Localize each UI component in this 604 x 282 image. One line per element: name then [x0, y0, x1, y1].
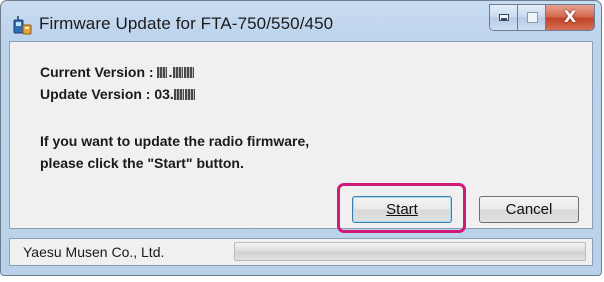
dialog-content: Current Version : . Update Version : 03.…	[9, 41, 593, 229]
current-version-label: Current Version :	[40, 64, 154, 80]
progress-bar	[234, 242, 586, 261]
current-version-value: .	[157, 64, 195, 80]
instruction-line-1: If you want to update the radio firmware…	[40, 133, 310, 149]
masked-digit	[184, 89, 195, 100]
masked-digit	[173, 89, 184, 100]
close-icon: X	[563, 7, 577, 26]
minimize-button[interactable]	[490, 5, 518, 30]
update-version-label: Update Version :	[40, 86, 151, 102]
title-bar[interactable]: Firmware Update for FTA-750/550/450 X	[1, 1, 601, 41]
close-button[interactable]: X	[546, 5, 594, 30]
minimize-icon	[499, 14, 509, 21]
company-name: Yaesu Musen Co., Ltd.	[23, 244, 165, 260]
update-version-line: Update Version : 03.	[40, 86, 195, 102]
start-button-highlight	[337, 183, 466, 233]
status-bar: Yaesu Musen Co., Ltd.	[9, 238, 593, 266]
instruction-line-2: please click the "Start" button.	[40, 155, 244, 171]
masked-digit	[184, 67, 195, 78]
current-version-line: Current Version : .	[40, 64, 195, 80]
caption-buttons: X	[489, 4, 595, 31]
window-title: Firmware Update for FTA-750/550/450	[39, 14, 334, 33]
masked-digit	[157, 67, 168, 78]
maximize-button[interactable]	[518, 5, 546, 30]
maximize-icon	[527, 12, 538, 23]
masked-digit	[173, 67, 184, 78]
cancel-button-label: Cancel	[505, 201, 553, 218]
update-version-prefix: 03.	[154, 86, 174, 102]
update-version-value: 03.	[154, 86, 195, 102]
cancel-button[interactable]: Cancel	[479, 196, 579, 223]
radio-app-icon	[13, 16, 32, 35]
firmware-update-window: Firmware Update for FTA-750/550/450 X Cu…	[0, 0, 602, 276]
